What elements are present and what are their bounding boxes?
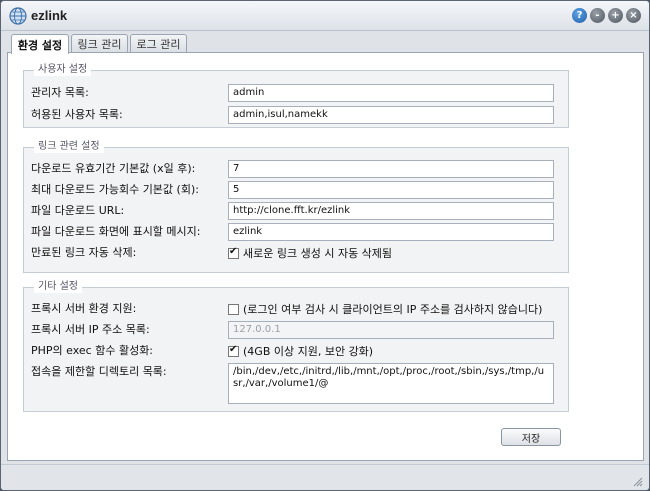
status-bar: [1, 464, 649, 490]
expiry-input[interactable]: 7: [228, 160, 554, 178]
download-message-label: 파일 다운로드 화면에 표시할 메시지:: [31, 225, 201, 238]
php-exec-checkbox[interactable]: [228, 344, 239, 357]
auto-delete-label: 만료된 링크 자동 삭제:: [31, 246, 137, 259]
proxy-ip-input[interactable]: 127.0.0.1: [228, 321, 554, 339]
proxy-support-label: 프록시 서버 환경 지원:: [31, 302, 137, 315]
minimize-icon[interactable]: -: [590, 8, 605, 23]
user-settings-section: 사용자 설정 관리자 목록: admin 허용된 사용자 목록: admin,i…: [23, 64, 569, 128]
proxy-support-checkbox[interactable]: [228, 303, 239, 315]
auto-delete-checkbox[interactable]: [228, 246, 239, 259]
save-button[interactable]: 저장: [501, 428, 561, 446]
other-settings-section: 기타 설정 프록시 서버 환경 지원: (로그인 여부 검사 시 클라이언트의 …: [23, 281, 569, 412]
max-downloads-input[interactable]: 5: [228, 181, 554, 199]
resize-grip-icon[interactable]: [633, 477, 643, 487]
tab-settings[interactable]: 환경 설정: [11, 34, 69, 54]
download-url-label: 파일 다운로드 URL:: [31, 204, 125, 217]
tab-bar: 환경 설정 링크 관리 로그 관리: [1, 31, 649, 54]
admin-list-input[interactable]: admin: [228, 84, 554, 102]
admin-list-label: 관리자 목록:: [31, 86, 89, 99]
tab-link-management[interactable]: 링크 관리: [71, 34, 128, 53]
title-bar: ezlink ? - + ×: [1, 1, 649, 31]
auto-delete-text: 새로운 링크 생성 시 자동 삭제됨: [243, 247, 393, 260]
tab-log-management[interactable]: 로그 관리: [130, 34, 187, 53]
max-downloads-label: 최대 다운로드 가능회수 기본값 (회):: [31, 183, 199, 196]
proxy-support-text: (로그인 여부 검사 시 클라이언트의 IP 주소를 검사하지 않습니다): [243, 303, 543, 316]
proxy-ip-label: 프록시 서버 IP 주소 목록:: [31, 323, 150, 336]
allowed-users-label: 허용된 사용자 목록:: [31, 108, 123, 121]
ezlink-app-icon: [9, 7, 27, 25]
link-settings-section: 링크 관련 설정 다운로드 유효기간 기본값 (x일 후): 7 최대 다운로드…: [23, 141, 569, 273]
maximize-icon[interactable]: +: [608, 8, 623, 23]
php-exec-label: PHP의 exec 함수 활성화:: [31, 344, 154, 357]
php-exec-option[interactable]: (4GB 이상 지원, 보안 강화): [228, 342, 373, 360]
download-url-input[interactable]: http://clone.fft.kr/ezlink: [228, 202, 554, 220]
restricted-dirs-textarea[interactable]: /bin,/dev,/etc,/initrd,/lib,/mnt,/opt,/p…: [228, 363, 554, 404]
section-legend: 사용자 설정: [34, 64, 92, 76]
settings-panel: 사용자 설정 관리자 목록: admin 허용된 사용자 목록: admin,i…: [7, 52, 644, 461]
restricted-dirs-label: 접속을 제한할 디렉토리 목록:: [31, 365, 167, 378]
php-exec-text: (4GB 이상 지원, 보안 강화): [243, 345, 374, 358]
help-icon[interactable]: ?: [572, 8, 587, 23]
proxy-support-option[interactable]: (로그인 여부 검사 시 클라이언트의 IP 주소를 검사하지 않습니다): [228, 300, 542, 318]
section-legend: 기타 설정: [34, 281, 82, 293]
auto-delete-option[interactable]: 새로운 링크 생성 시 자동 삭제됨: [228, 244, 392, 262]
window-title: ezlink: [31, 8, 68, 23]
window-controls: ? - + ×: [572, 8, 641, 23]
download-message-input[interactable]: ezlink: [228, 223, 554, 241]
expiry-label: 다운로드 유효기간 기본값 (x일 후):: [31, 162, 196, 175]
allowed-users-input[interactable]: admin,isul,namekk: [228, 106, 554, 124]
close-icon[interactable]: ×: [626, 8, 641, 23]
app-window: ezlink ? - + × 환경 설정 링크 관리 로그 관리 사용자 설정 …: [0, 0, 650, 491]
section-legend: 링크 관련 설정: [34, 141, 104, 153]
